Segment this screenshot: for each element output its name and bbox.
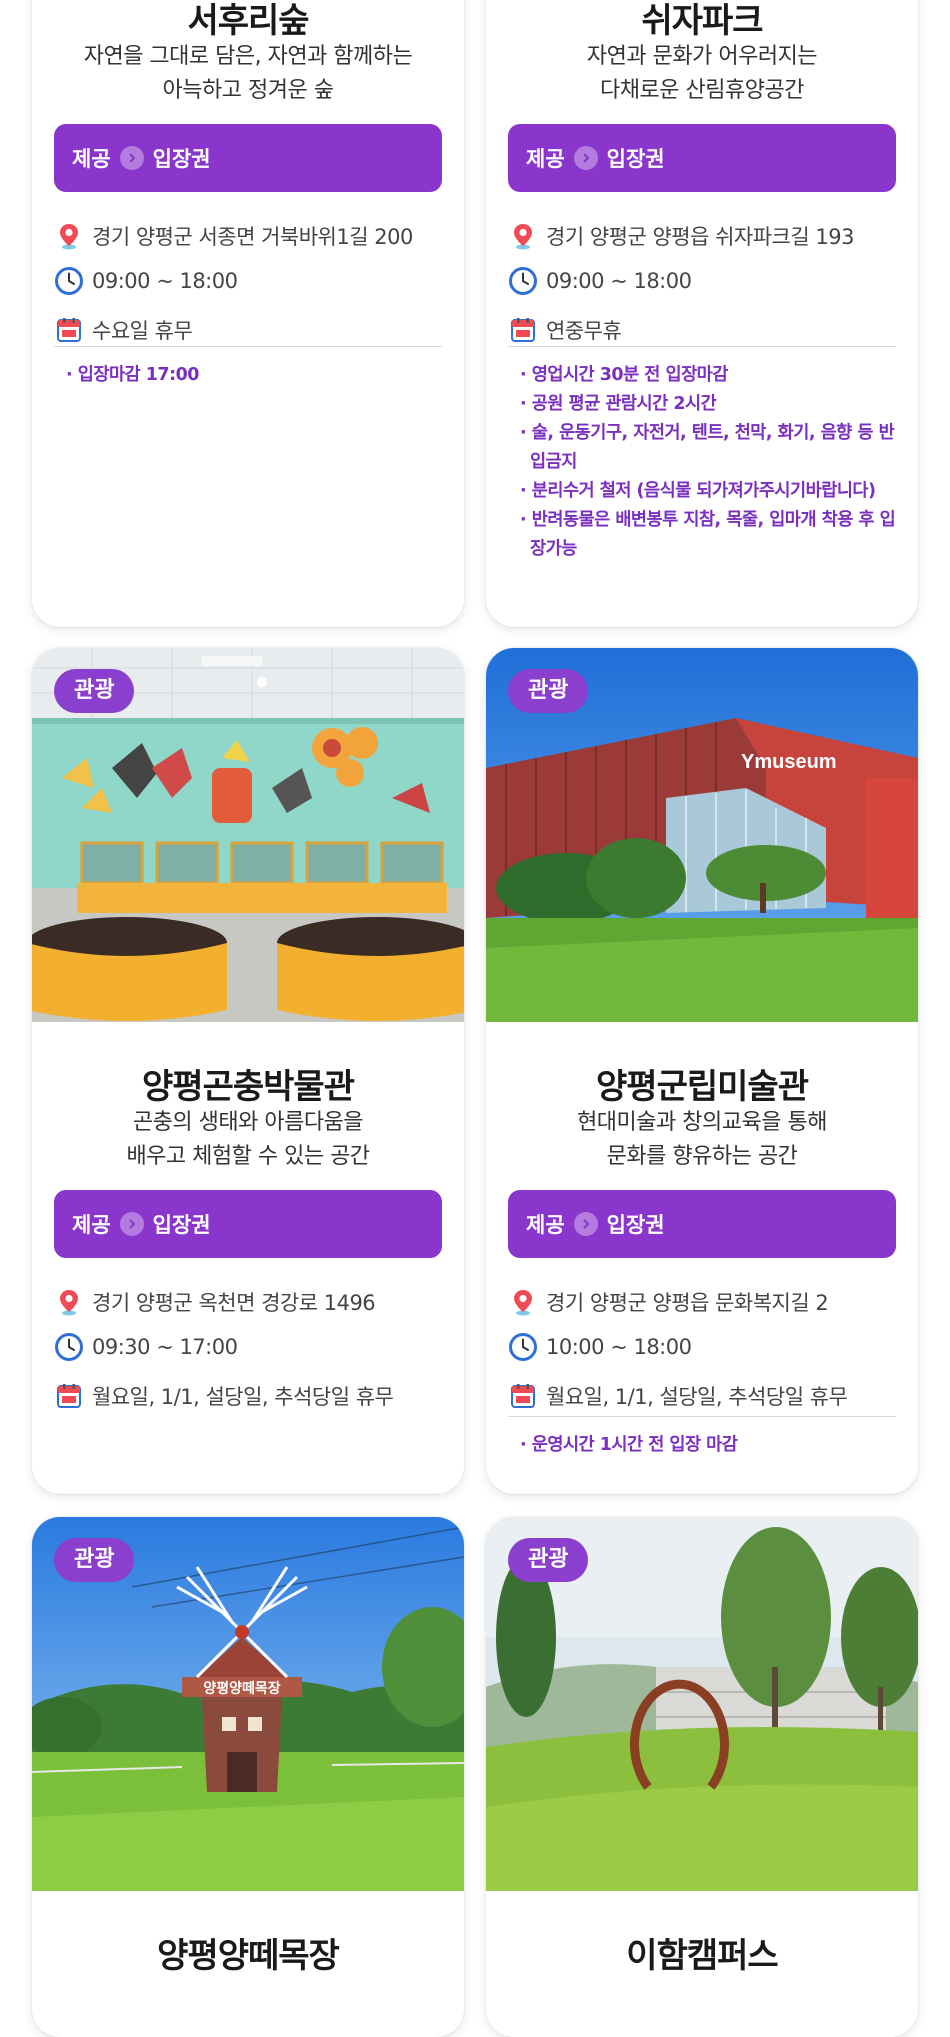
category-badge: 관광 bbox=[508, 669, 589, 713]
address-text: 경기 양평군 양평읍 문화복지길 2 bbox=[546, 1291, 829, 1315]
calendar-day-icon bbox=[54, 315, 84, 345]
closed-row: 월요일, 1/1, 설당일, 추석당일 휴무 bbox=[54, 1381, 454, 1411]
place-card-sheep-farm[interactable]: 양평양떼목장 관광 양평양떼목장 bbox=[32, 1517, 464, 2037]
address-text: 경기 양평군 양평읍 쉬자파크길 193 bbox=[546, 225, 854, 249]
calendar-day-icon bbox=[508, 1381, 538, 1411]
category-badge: 관광 bbox=[54, 669, 135, 713]
provide-bar: 제공 입장권 bbox=[54, 124, 442, 192]
place-photo: 관광 bbox=[486, 1517, 918, 1891]
provide-label: 제공 bbox=[72, 1213, 111, 1237]
address-row: 경기 양평군 옥천면 경강로 1496 bbox=[54, 1287, 454, 1317]
place-photo: 양평양떼목장 관광 bbox=[32, 1517, 464, 1891]
clock-icon bbox=[54, 266, 84, 296]
closed-row: 연중무휴 bbox=[508, 315, 908, 345]
place-title: 양평곤충박물관 bbox=[142, 1067, 355, 1107]
map-pin-icon bbox=[54, 1287, 84, 1317]
clock-icon bbox=[508, 1332, 538, 1362]
closed-text: 수요일 휴무 bbox=[92, 319, 193, 343]
address-text: 경기 양평군 옥천면 경강로 1496 bbox=[92, 1291, 376, 1315]
map-pin-icon bbox=[54, 221, 84, 251]
farm-sign: 양평양떼목장 bbox=[203, 1680, 280, 1696]
address-row: 경기 양평군 양평읍 쉬자파크길 193 bbox=[508, 221, 908, 251]
calendar-day-icon bbox=[508, 315, 538, 345]
chevron-right-circle-icon bbox=[573, 1212, 598, 1236]
hours-text: 10:00 ~ 18:00 bbox=[546, 1335, 692, 1359]
hours-text: 09:00 ~ 18:00 bbox=[546, 269, 692, 293]
divider bbox=[508, 346, 896, 347]
clock-icon bbox=[54, 1332, 84, 1362]
note-item: · 공원 평균 관람시간 2시간 bbox=[520, 394, 717, 414]
place-card-art-museum[interactable]: Ymuseum 관광 양평군립미술관 현대미술과 창의교육을 통해 문화를 향유… bbox=[486, 648, 918, 1494]
note-item: · 운영시간 1시간 전 입장 마감 bbox=[520, 1435, 738, 1455]
provide-bar: 제공 입장권 bbox=[54, 1190, 442, 1258]
address-text: 경기 양평군 서종면 거북바위1길 200 bbox=[92, 225, 413, 249]
notes-list: · 영업시간 30분 전 입장마감 · 공원 평균 관람시간 2시간 · 술, … bbox=[520, 361, 900, 564]
calendar-day-icon bbox=[54, 1381, 84, 1411]
place-title: 양평군립미술관 bbox=[596, 1067, 809, 1107]
note-item: · 입장마감 17:00 bbox=[66, 365, 199, 385]
closed-text: 연중무휴 bbox=[546, 319, 622, 343]
category-badge: 관광 bbox=[508, 1538, 589, 1582]
provide-bar: 제공 입장권 bbox=[508, 1190, 896, 1258]
place-card-iham-campus[interactable]: 관광 이함캠퍼스 bbox=[486, 1517, 918, 2037]
address-row: 경기 양평군 양평읍 문화복지길 2 bbox=[508, 1287, 908, 1317]
place-description: 곤충의 생태와 아름다움을 배우고 체험할 수 있는 공간 bbox=[126, 1110, 370, 1169]
place-card-seohuri-forest[interactable]: 서후리숲 자연을 그대로 담은, 자연과 함께하는 아늑하고 정겨운 숲 제공 … bbox=[32, 0, 464, 627]
map-pin-icon bbox=[508, 1287, 538, 1317]
provide-label: 제공 bbox=[526, 147, 565, 171]
notes-list: · 입장마감 17:00 bbox=[66, 361, 446, 390]
provide-bar: 제공 입장권 bbox=[508, 124, 896, 192]
place-title: 쉬자파크 bbox=[641, 1, 763, 41]
hours-text: 09:00 ~ 18:00 bbox=[92, 269, 238, 293]
closed-row: 월요일, 1/1, 설당일, 추석당일 휴무 bbox=[508, 1381, 908, 1411]
place-description: 현대미술과 창의교육을 통해 문화를 향유하는 공간 bbox=[577, 1110, 827, 1169]
note-item: · 분리수거 철저 (음식물 되가져가주시기바랍니다) bbox=[520, 481, 876, 501]
provide-label: 제공 bbox=[526, 1213, 565, 1237]
place-description: 자연과 문화가 어우러지는 다채로운 산림휴양공간 bbox=[586, 44, 818, 103]
place-description: 자연을 그대로 담은, 자연과 함께하는 아늑하고 정겨운 숲 bbox=[83, 44, 413, 103]
place-title: 서후리숲 bbox=[187, 1, 309, 41]
provide-value: 입장권 bbox=[606, 147, 665, 171]
place-card-insect-museum[interactable]: 관광 양평곤충박물관 곤충의 생태와 아름다움을 배우고 체험할 수 있는 공간… bbox=[32, 648, 464, 1494]
place-title: 양평양떼목장 bbox=[157, 1936, 340, 1976]
note-item: · 반려동물은 배변봉투 지참, 목줄, 입마개 착용 후 입장가능 bbox=[520, 510, 896, 559]
note-item: · 영업시간 30분 전 입장마감 bbox=[520, 365, 728, 385]
provide-value: 입장권 bbox=[152, 147, 211, 171]
place-card-shwija-park[interactable]: 쉬자파크 자연과 문화가 어우러지는 다채로운 산림휴양공간 제공 입장권 경기… bbox=[486, 0, 918, 627]
hours-text: 09:30 ~ 17:00 bbox=[92, 1335, 238, 1359]
chevron-right-circle-icon bbox=[573, 146, 598, 170]
provide-value: 입장권 bbox=[606, 1213, 665, 1237]
chevron-right-circle-icon bbox=[119, 1212, 144, 1236]
hours-row: 09:30 ~ 17:00 bbox=[54, 1332, 454, 1362]
building-sign: Ymuseum bbox=[741, 751, 837, 773]
hours-row: 09:00 ~ 18:00 bbox=[508, 266, 908, 296]
place-photo: Ymuseum 관광 bbox=[486, 648, 918, 1022]
divider bbox=[54, 346, 442, 347]
closed-row: 수요일 휴무 bbox=[54, 315, 454, 345]
note-item: · 술, 운동기구, 자전거, 텐트, 천막, 화기, 음향 등 반입금지 bbox=[520, 423, 895, 472]
provide-value: 입장권 bbox=[152, 1213, 211, 1237]
hours-row: 10:00 ~ 18:00 bbox=[508, 1332, 908, 1362]
map-pin-icon bbox=[508, 221, 538, 251]
hours-row: 09:00 ~ 18:00 bbox=[54, 266, 454, 296]
category-badge: 관광 bbox=[54, 1538, 135, 1582]
address-row: 경기 양평군 서종면 거북바위1길 200 bbox=[54, 221, 454, 251]
closed-text: 월요일, 1/1, 설당일, 추석당일 휴무 bbox=[92, 1385, 394, 1409]
notes-list: · 운영시간 1시간 전 입장 마감 bbox=[520, 1431, 900, 1460]
divider bbox=[508, 1416, 896, 1417]
provide-label: 제공 bbox=[72, 147, 111, 171]
chevron-right-circle-icon bbox=[119, 146, 144, 170]
place-title: 이함캠퍼스 bbox=[626, 1936, 778, 1976]
place-photo: 관광 bbox=[32, 648, 464, 1022]
closed-text: 월요일, 1/1, 설당일, 추석당일 휴무 bbox=[546, 1385, 848, 1409]
clock-icon bbox=[508, 266, 538, 296]
